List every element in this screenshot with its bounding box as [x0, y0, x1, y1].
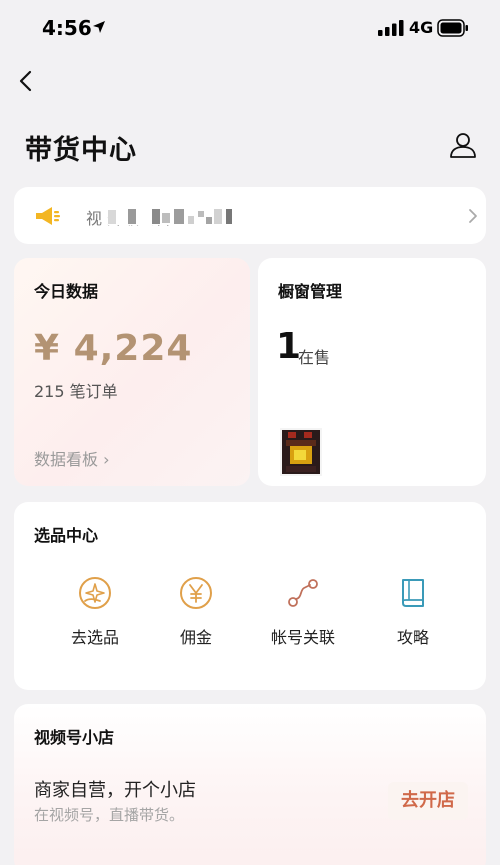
- battery-icon: [437, 19, 468, 37]
- product-selection-center-card: 选品中心 去选品 佣金 帐号关联 攻略: [14, 502, 486, 690]
- video-shop-card: 视频号小店 商家自营，开个小店 在视频号，直播带货。 去开店: [14, 704, 486, 865]
- commission-label: 佣金: [179, 628, 212, 647]
- today-data-card[interactable]: 今日数据 ¥ 4,224 215 笔订单 数据看板 ›: [14, 258, 250, 486]
- profile-icon[interactable]: [448, 130, 478, 160]
- guide-label: 攻略: [396, 628, 429, 647]
- shop-headline: 商家自营，开个小店: [34, 780, 196, 801]
- data-dashboard-link[interactable]: 数据看板 ›: [34, 446, 110, 470]
- account-link-button[interactable]: 帐号关联: [248, 572, 358, 654]
- book-icon: [402, 579, 424, 607]
- today-data-title: 今日数据: [34, 282, 99, 301]
- megaphone-icon: [36, 207, 60, 225]
- select-products-label: 去选品: [70, 628, 119, 647]
- order-count: 215 笔订单: [34, 382, 118, 401]
- window-management-card[interactable]: 橱窗管理 1 在售: [258, 258, 486, 486]
- back-button[interactable]: [14, 66, 40, 96]
- status-time: 4:56: [42, 16, 92, 40]
- window-management-title: 橱窗管理: [278, 282, 343, 301]
- product-thumbnail[interactable]: [280, 428, 322, 476]
- pixelated-mask: [108, 207, 242, 225]
- guide-button[interactable]: 攻略: [358, 572, 468, 654]
- on-sale-label: 在售: [298, 348, 331, 367]
- video-shop-title: 视频号小店: [34, 728, 115, 747]
- select-products-button[interactable]: 去选品: [40, 572, 150, 654]
- link-icon: [288, 579, 318, 607]
- shop-subtitle: 在视频号，直播带货。: [34, 806, 185, 824]
- yen-icon: [180, 577, 212, 609]
- account-link-label: 帐号关联: [270, 628, 335, 647]
- commission-button[interactable]: 佣金: [141, 572, 251, 654]
- status-bar: 4:56 4G: [0, 0, 500, 56]
- open-shop-button[interactable]: 去开店: [388, 782, 468, 820]
- sales-amount: ¥ 4,224: [34, 328, 193, 369]
- selection-center-title: 选品中心: [34, 526, 99, 545]
- cellular-signal-icon: [378, 20, 404, 36]
- network-type: 4G: [409, 18, 434, 37]
- location-arrow-icon: [93, 21, 105, 33]
- page-title: 带货中心: [25, 135, 137, 166]
- compass-hand-icon: [79, 577, 111, 609]
- upgrade-notice-banner[interactable]: 视 升级公告: [14, 187, 486, 244]
- chevron-right-icon: [469, 209, 477, 223]
